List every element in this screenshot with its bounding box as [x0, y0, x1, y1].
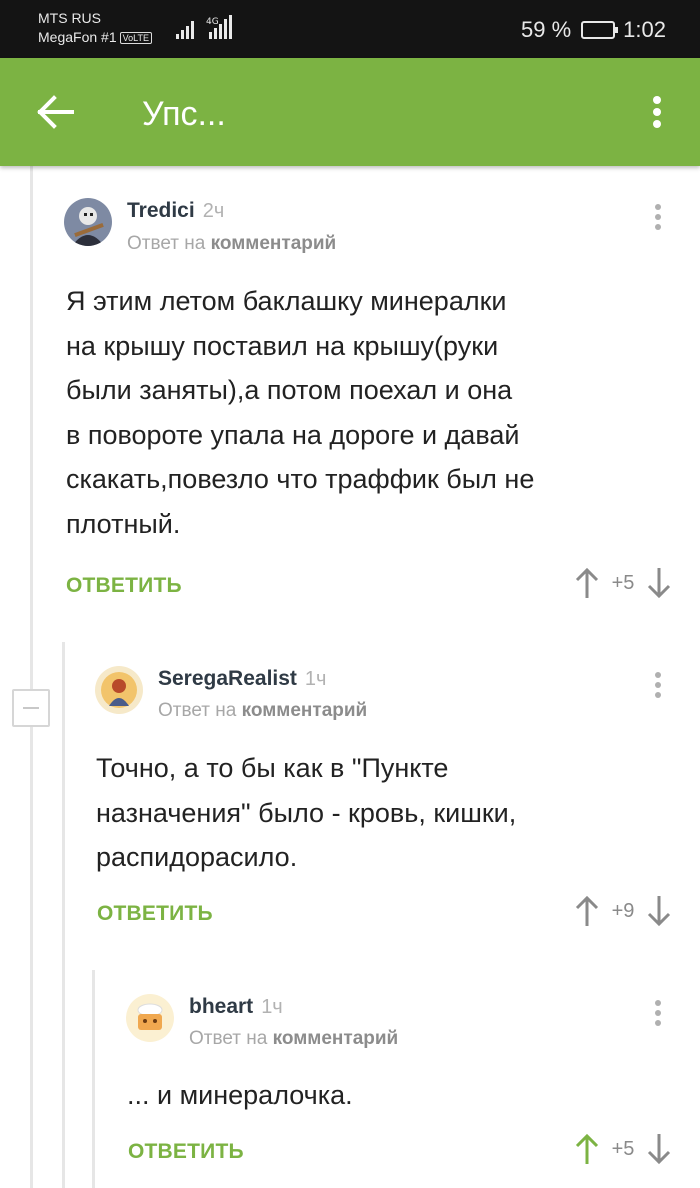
comment-line: Точно, а то бы как в "Пункте [96, 753, 449, 783]
vote-score: +9 [611, 899, 635, 922]
network-label: 4G [206, 17, 219, 27]
reply-target-link: комментарий [272, 1028, 399, 1049]
battery-icon [581, 21, 619, 39]
comment-line: Я этим летом баклашку минералки [66, 286, 507, 316]
comment-time: 1ч [261, 996, 283, 1018]
comment-menu-button[interactable] [648, 672, 668, 706]
comment-author[interactable]: bheart 1ч [189, 994, 283, 1020]
collapse-thread-button[interactable] [12, 689, 50, 727]
comment-line: в повороте упала на дороге и давай [66, 419, 520, 450]
comment-line: скакать,повезло что траффик был не [66, 464, 535, 494]
reply-target-link: комментарий [210, 233, 337, 254]
downvote-icon[interactable] [646, 566, 672, 600]
carrier-2: MegaFon #1 [38, 29, 117, 45]
comment-line: плотный. [66, 508, 181, 539]
reply-context[interactable]: Ответ на комментарий [158, 699, 367, 723]
page-title: Упс... [142, 95, 226, 133]
avatar[interactable] [64, 198, 112, 246]
reply-context[interactable]: Ответ на комментарий [189, 1027, 398, 1051]
user-avatar-image [95, 666, 143, 714]
comment-line: распидорасило. [96, 842, 298, 872]
author-name: Tredici [127, 199, 195, 222]
arrow-left-icon [37, 95, 74, 129]
reply-button[interactable]: ОТВЕТИТЬ [97, 902, 213, 926]
reply-prefix: Ответ на [127, 233, 206, 254]
comment-line: на крышу поставил на крышу(руки [66, 330, 499, 361]
vote-score: +5 [611, 571, 635, 594]
app-toolbar: Упс... [0, 58, 700, 166]
downvote-icon[interactable] [646, 894, 672, 928]
overflow-menu-button[interactable] [642, 92, 672, 132]
comment-time: 2ч [202, 200, 225, 222]
status-bar: MTS RUS MegaFon #1 VoLTE 4G 59 % 1:02 [0, 0, 700, 58]
upvote-icon[interactable] [574, 1132, 600, 1166]
comments-thread: Tredici 2ч Ответ на комментарий Я этим ле… [0, 166, 700, 1188]
author-name: bheart [189, 995, 254, 1018]
user-avatar-image [64, 198, 112, 246]
vote-controls: +5 [574, 566, 672, 600]
battery-percent: 59 % [521, 17, 572, 42]
comment-time: 1ч [304, 668, 327, 690]
upvote-icon[interactable] [574, 894, 600, 928]
comment-text: Точно, а то бы как в "Пункте назначения"… [96, 746, 516, 880]
carrier-1: MTS RUS [38, 10, 101, 26]
reply-button[interactable]: ОТВЕТИТЬ [66, 574, 182, 598]
comment-text: Я этим летом баклашку минералки на крышу… [66, 279, 534, 546]
comment-author[interactable]: Tredici 2ч [127, 198, 224, 224]
comment-menu-button[interactable] [648, 204, 668, 238]
comment-line: ... и минералочка. [127, 1080, 353, 1110]
reply-button[interactable]: ОТВЕТИТЬ [128, 1140, 244, 1164]
reply-target-link: комментарий [241, 700, 368, 721]
author-name: SeregaRealist [158, 667, 297, 690]
carrier-2-row: MegaFon #1 VoLTE [38, 28, 152, 47]
carrier-info: MTS RUS MegaFon #1 VoLTE [38, 9, 152, 47]
comment-bheart: bheart 1ч Ответ на комментарий ... и мине… [126, 970, 700, 1188]
avatar[interactable] [126, 994, 174, 1042]
more-vertical-icon [653, 96, 661, 128]
clock: 1:02 [623, 17, 666, 42]
downvote-icon[interactable] [646, 1132, 672, 1166]
comment-menu-button[interactable] [648, 1000, 668, 1034]
comment-line: назначения" было - кровь, кишки, [96, 797, 517, 828]
upvote-icon[interactable] [574, 566, 600, 600]
comment-author[interactable]: SeregaRealist 1ч [158, 666, 326, 692]
comment-tredici: Tredici 2ч Ответ на комментарий Я этим ле… [64, 166, 700, 626]
thread-line-1 [30, 166, 33, 1188]
comment-serega-realist: SeregaRealist 1ч Ответ на комментарий Точ… [95, 642, 700, 952]
volte-badge: VoLTE [119, 32, 152, 44]
comment-line: были заняты),а потом поехал и она [66, 375, 513, 405]
vote-score: +5 [611, 1137, 635, 1160]
signal-icon: 4G [176, 15, 232, 39]
thread-line-2 [62, 642, 65, 1188]
vote-controls: +9 [574, 894, 672, 928]
user-avatar-image [126, 994, 174, 1042]
vote-controls: +5 [574, 1132, 672, 1166]
status-right: 59 % 1:02 [521, 16, 666, 44]
reply-prefix: Ответ на [158, 700, 237, 721]
reply-prefix: Ответ на [189, 1028, 268, 1049]
back-button[interactable] [30, 92, 78, 132]
avatar[interactable] [95, 666, 143, 714]
thread-line-3 [92, 970, 95, 1188]
reply-context[interactable]: Ответ на комментарий [127, 232, 336, 256]
comment-text: ... и минералочка. [127, 1073, 353, 1118]
